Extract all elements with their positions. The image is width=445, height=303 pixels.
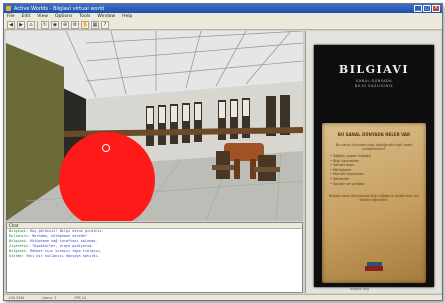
list-item[interactable]: Sorular ve yanıtlar xyxy=(330,182,420,187)
status-coords: 12N 34W xyxy=(8,295,25,300)
settings-icon[interactable]: ⚙ xyxy=(71,20,79,29)
forward-icon[interactable]: ▶ xyxy=(17,20,25,29)
chat-log[interactable]: Chat Bilgiavi: Hoş geldiniz! Bilgi evine… xyxy=(6,222,303,293)
chat-text: Yeni bir kullanıcı dünyaya katıldı. xyxy=(25,254,100,258)
help-icon[interactable]: ? xyxy=(101,20,109,29)
section-note: Bilgiavi sanal dünyasında bilgi sağlığın… xyxy=(328,194,420,203)
brand-title: BILGIAVI xyxy=(338,63,410,76)
chat-speaker: Bilgiavi: xyxy=(9,239,28,243)
chat-text: Hoş geldiniz! Bilgi evine girdiniz. xyxy=(30,229,104,233)
app-window: Active Worlds - Bilgiavi virtual world _… xyxy=(3,3,443,301)
window-controls: _ □ × xyxy=(414,5,440,12)
title-bar: Active Worlds - Bilgiavi virtual world _… xyxy=(4,4,442,13)
3d-world-view[interactable] xyxy=(6,31,303,221)
status-users: Users: 3 xyxy=(42,295,57,300)
menu-options[interactable]: Options xyxy=(55,14,72,19)
chat-text: Merhaba, kütüphane nerede? xyxy=(32,234,87,238)
window-title: Active Worlds - Bilgiavi virtual world xyxy=(14,5,105,12)
cursor-ring-icon xyxy=(102,144,110,152)
menu-view[interactable]: View xyxy=(37,14,48,19)
chat-line: Sistem: Yeni bir kullanıcı dünyaya katıl… xyxy=(7,254,302,259)
menu-bar: File Edit View Options Tools Window Help xyxy=(4,13,442,20)
menu-edit[interactable]: Edit xyxy=(22,14,31,19)
status-fps: FPS 24 xyxy=(74,295,87,300)
refresh-icon[interactable]: ↻ xyxy=(41,20,49,29)
chat-speaker: Ziyaretçi: xyxy=(9,244,31,248)
status-bar: 12N 34W Users: 3 FPS 24 xyxy=(4,294,442,300)
menu-tools[interactable]: Tools xyxy=(79,14,90,19)
chat-speaker: Bilgiavi: xyxy=(9,249,28,253)
chat-text: Rehber için kırmızı topa tıklayın. xyxy=(30,249,102,253)
menu-window[interactable]: Window xyxy=(97,14,115,19)
book-stack-icon xyxy=(365,259,383,271)
parchment-scroll: BU SANAL DÜNYADA NELER VAR Bu sanal düny… xyxy=(322,123,426,283)
camera-icon[interactable]: ◉ xyxy=(51,20,59,29)
minimize-button[interactable]: _ xyxy=(414,5,422,12)
maximize-button[interactable]: □ xyxy=(423,5,431,12)
world-scene xyxy=(6,31,303,221)
sub-tagline: BİLGİ SAĞLIĞINIZ xyxy=(354,84,394,88)
topic-list: Sağlıklı yaşam bilgileri Bilgi kaynaklar… xyxy=(328,154,420,186)
section-title: BU SANAL DÜNYADA NELER VAR xyxy=(337,132,411,137)
menu-file[interactable]: File xyxy=(7,14,15,19)
toolbar: ◀ ▶ ⌂ ↻ ◉ ⊕ ⚙ ✋ ▦ ? xyxy=(4,20,442,30)
home-icon[interactable]: ⌂ xyxy=(27,20,35,29)
back-icon[interactable]: ◀ xyxy=(7,20,15,29)
app-icon xyxy=(6,6,11,11)
chat-speaker: Sistem: xyxy=(9,254,24,258)
close-button[interactable]: × xyxy=(432,5,440,12)
tagline: SANAL DÜNYADA xyxy=(355,79,393,83)
section-intro: Bu sanal dünyada bilgi sağlığınızla ilgi… xyxy=(335,143,413,151)
web-info-panel: BILGIAVI SANAL DÜNYADA BİLGİ SAĞLIĞINIZ … xyxy=(305,31,441,293)
panel-footer: bilgiavi.org xyxy=(350,287,369,291)
menu-help[interactable]: Help xyxy=(122,14,132,19)
toolbar-separator xyxy=(37,20,39,29)
chat-text: Teşekkürler, oraya gidiyorum. xyxy=(32,244,94,248)
chat-speaker: Bilgiavi: xyxy=(9,229,28,233)
map-icon[interactable]: ▦ xyxy=(91,20,99,29)
zoom-icon[interactable]: ⊕ xyxy=(61,20,69,29)
chat-text: Kütüphane sağ taraftaki salonda. xyxy=(30,239,98,243)
bilgiavi-poster: BILGIAVI SANAL DÜNYADA BİLGİ SAĞLIĞINIZ … xyxy=(314,45,434,287)
hand-icon[interactable]: ✋ xyxy=(81,20,89,29)
chat-speaker: Kullanıcı: xyxy=(9,234,31,238)
